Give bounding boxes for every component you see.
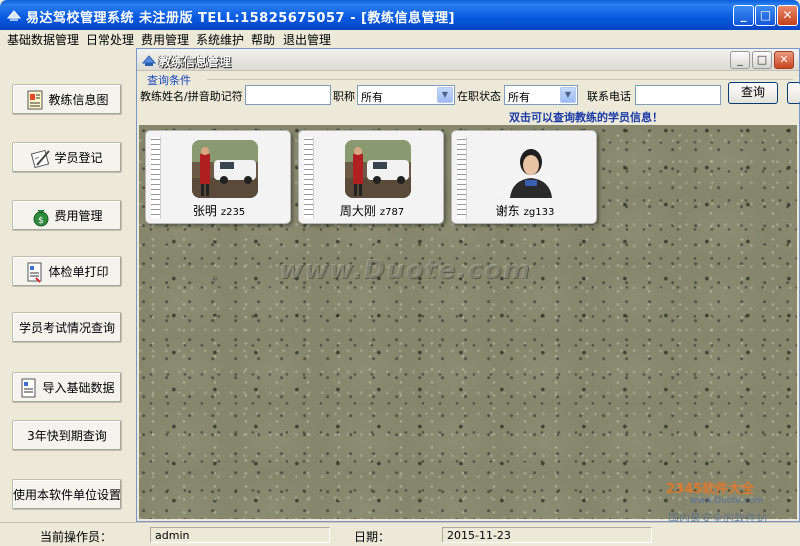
coach-name: 周大刚 <box>339 204 376 218</box>
sidebar-coach-info-button[interactable]: 教练信息图 <box>12 84 122 115</box>
coach-name: 谢东 <box>495 204 520 218</box>
coach-card-area: www.Duote.com 张明 z235 周大刚 z787 谢东 zg133 <box>139 125 797 519</box>
sidebar-student-register-button[interactable]: 学员登记 <box>12 142 122 173</box>
car-photo <box>345 140 411 198</box>
coach-management-window: 教练信息管理 _ □ ✕ 查询条件 教练姓名/拼音助记符 职称 所有 ▼ 在职状… <box>136 48 800 522</box>
coach-code: zg133 <box>523 207 555 218</box>
status-bar: 当前操作员： admin 日期： 2015-11-23 <box>0 522 800 546</box>
coach-name-label: 教练姓名/拼音助记符 <box>140 90 243 103</box>
phone-input[interactable] <box>635 85 721 105</box>
coach-card[interactable]: 张明 z235 <box>145 130 291 224</box>
sidebar-coach-info-label: 教练信息图 <box>48 93 109 107</box>
sidebar-expiring-query-label: 3年快到期查询 <box>27 429 107 443</box>
watermark: www.Duote.com <box>279 255 531 285</box>
close-button[interactable]: ✕ <box>777 5 798 26</box>
coach-icon <box>27 90 43 109</box>
coach-code: z787 <box>379 207 405 218</box>
svg-text:$: $ <box>39 216 45 226</box>
menu-system[interactable]: 系统维护 <box>196 31 244 48</box>
app-icon <box>6 10 22 21</box>
date-value: 2015-11-23 <box>442 527 652 543</box>
menu-daily[interactable]: 日常处理 <box>86 31 134 48</box>
sidebar-fee-button[interactable]: $ 费用管理 <box>12 200 122 231</box>
job-title-value: 所有 <box>361 91 383 104</box>
child-title-bar: 教练信息管理 _ □ ✕ <box>137 49 799 71</box>
menu-basic-data[interactable]: 基础数据管理 <box>7 31 79 48</box>
print-form-icon <box>27 262 42 283</box>
extra-button[interactable] <box>787 82 800 104</box>
window-app-icon <box>142 55 156 66</box>
import-icon <box>21 378 36 397</box>
date-label: 日期： <box>354 530 391 544</box>
sidebar-medical-print-button[interactable]: 体检单打印 <box>12 256 122 287</box>
coach-card[interactable]: 谢东 zg133 <box>451 130 597 224</box>
sidebar: 教练信息图 学员登记 $ 费用管理 体检单打印 学员考试情况查询 导入基础数据 … <box>0 48 136 522</box>
money-bag-icon: $ <box>33 209 49 226</box>
child-window-title: 教练信息管理 <box>159 55 232 69</box>
query-button[interactable]: 查询 <box>728 82 778 104</box>
phone-label: 联系电话 <box>587 90 631 103</box>
coach-card-caption: 张明 z235 <box>146 202 292 219</box>
coach-card[interactable]: 周大刚 z787 <box>298 130 444 224</box>
menu-exit[interactable]: 退出管理 <box>283 31 331 48</box>
chevron-down-icon[interactable]: ▼ <box>437 87 453 103</box>
coach-card-caption: 周大刚 z787 <box>299 202 445 219</box>
maximize-button[interactable]: □ <box>755 5 776 26</box>
sidebar-exam-query-label: 学员考试情况查询 <box>18 321 115 335</box>
sidebar-import-button[interactable]: 导入基础数据 <box>12 372 122 403</box>
sidebar-fee-label: 费用管理 <box>54 209 103 223</box>
sidebar-expiring-query-button[interactable]: 3年快到期查询 <box>12 420 122 451</box>
window-title: 易达驾校管理系统 未注册版 TELL:15825675057 - [教练信息管理… <box>26 11 455 26</box>
job-title-select[interactable]: 所有 ▼ <box>357 85 455 105</box>
sidebar-unit-settings-label: 使用本软件单位设置 <box>13 488 122 502</box>
job-title-label: 职称 <box>333 90 355 103</box>
coach-card-caption: 谢东 zg133 <box>452 202 598 219</box>
site-logo-url: www.Duote.com <box>690 496 764 506</box>
register-icon <box>31 149 51 168</box>
menu-fees[interactable]: 费用管理 <box>141 31 189 48</box>
portrait-photo <box>498 140 564 198</box>
coach-code: z235 <box>220 207 246 218</box>
site-logo: 2345软件大全 <box>666 482 755 497</box>
child-close-button[interactable]: ✕ <box>774 51 794 69</box>
chevron-down-icon[interactable]: ▼ <box>560 87 576 103</box>
double-click-hint: 双击可以查询教练的学员信息！ <box>509 111 663 124</box>
sidebar-import-label: 导入基础数据 <box>42 381 115 395</box>
coach-name: 张明 <box>192 204 217 218</box>
child-minimize-button[interactable]: _ <box>730 51 750 69</box>
child-maximize-button[interactable]: □ <box>752 51 772 69</box>
work-status-value: 所有 <box>508 91 530 104</box>
query-group-label: 查询条件 <box>147 74 191 87</box>
query-group-divider <box>207 79 793 80</box>
query-group: 查询条件 <box>141 72 793 87</box>
coach-name-input[interactable] <box>245 85 331 105</box>
car-photo <box>192 140 258 198</box>
operator-label: 当前操作员： <box>40 530 113 544</box>
sidebar-exam-query-button[interactable]: 学员考试情况查询 <box>12 312 122 343</box>
minimize-button[interactable]: _ <box>733 5 754 26</box>
work-status-label: 在职状态 <box>457 90 501 103</box>
sidebar-medical-print-label: 体检单打印 <box>48 265 109 279</box>
sidebar-student-register-label: 学员登记 <box>54 151 103 165</box>
menu-help[interactable]: 帮助 <box>251 31 275 48</box>
menu-bar: 基础数据管理 日常处理 费用管理 系统维护 帮助 退出管理 <box>0 30 800 48</box>
sidebar-unit-settings-button[interactable]: 使用本软件单位设置 <box>12 479 122 510</box>
work-status-select[interactable]: 所有 ▼ <box>504 85 578 105</box>
window-title-bar: 易达驾校管理系统 未注册版 TELL:15825675057 - [教练信息管理… <box>0 0 800 30</box>
operator-value: admin <box>150 527 330 543</box>
